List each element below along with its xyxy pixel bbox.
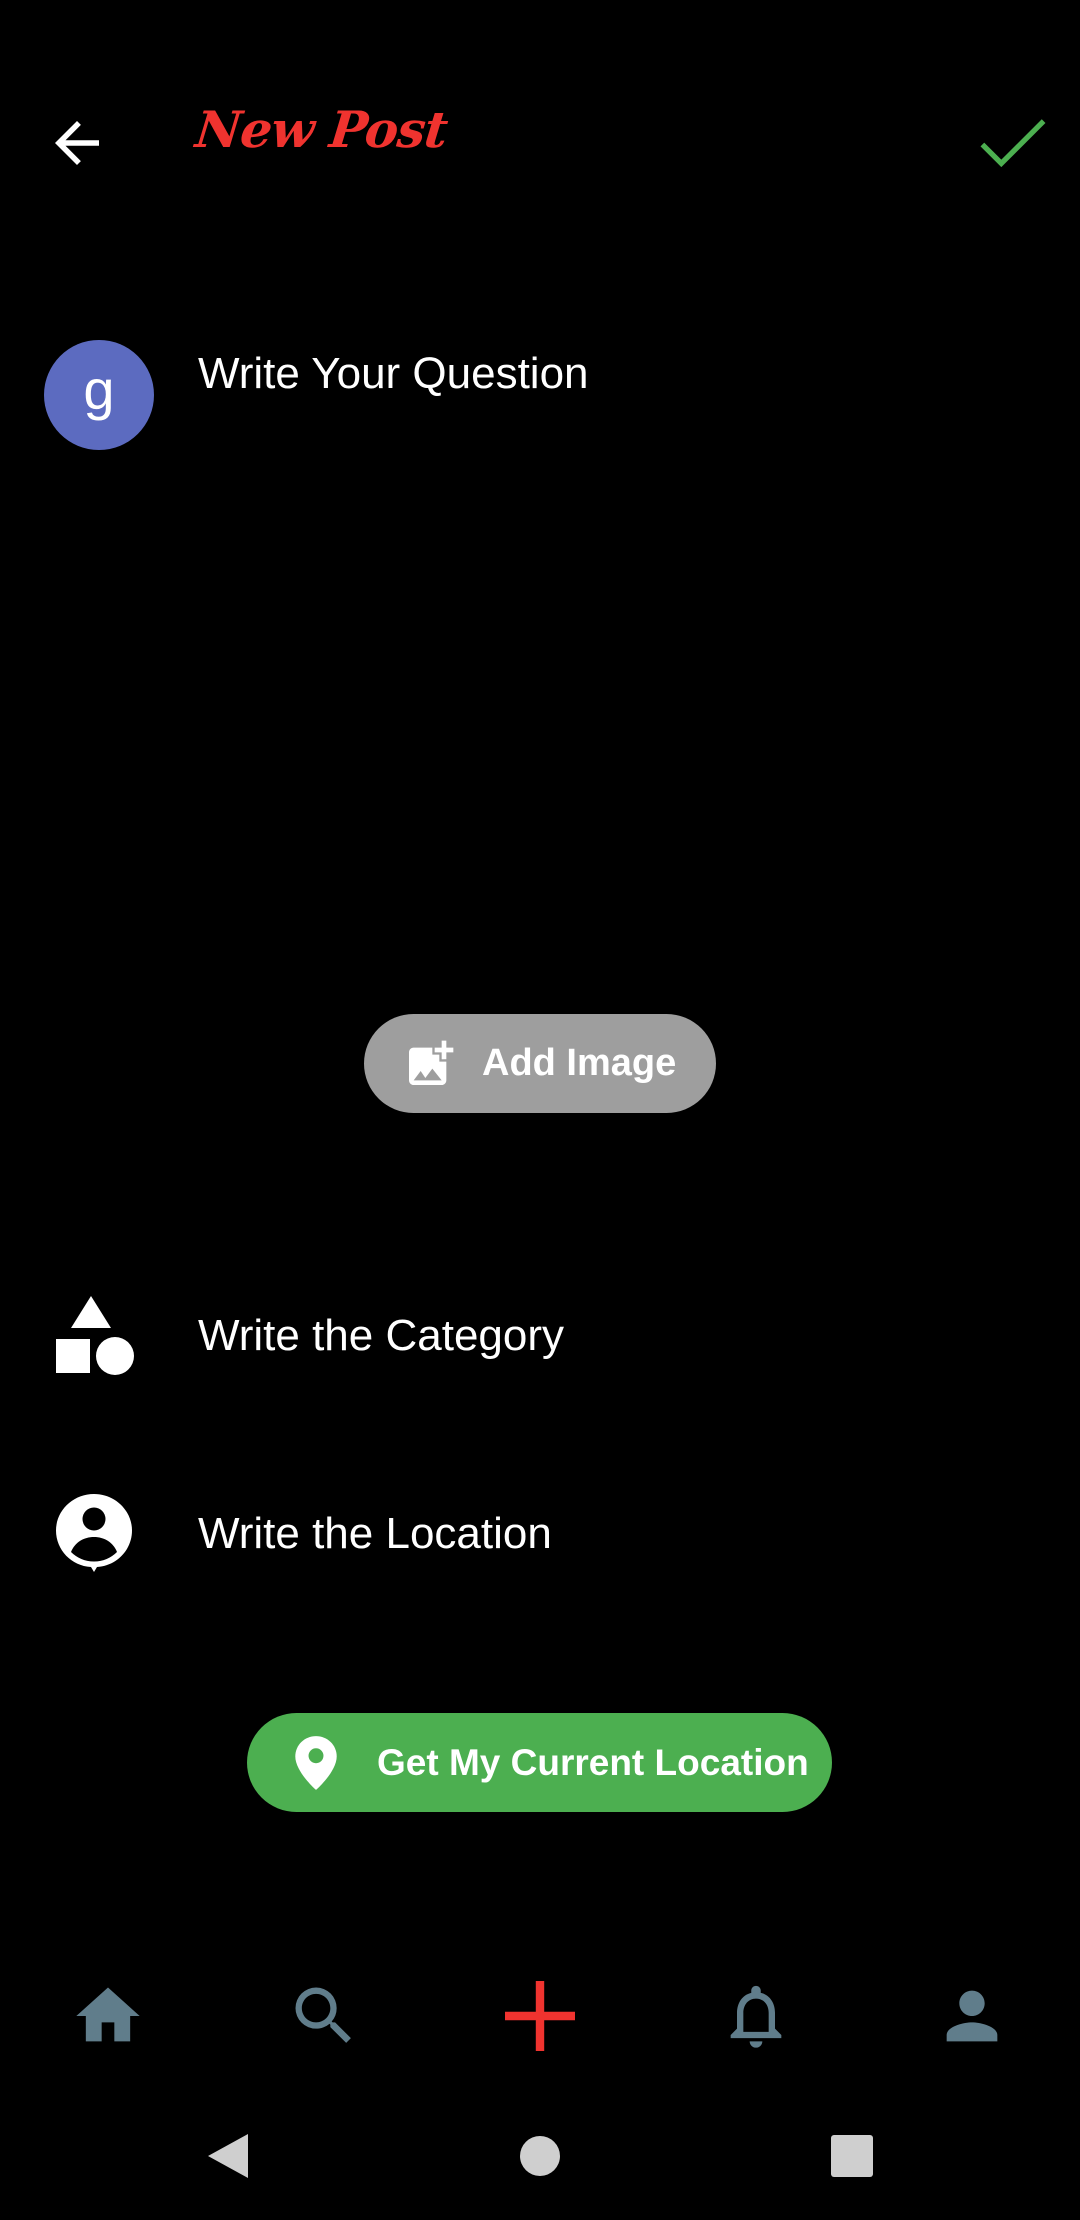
- recents-square-icon[interactable]: [826, 2130, 878, 2182]
- add-icon[interactable]: [498, 1974, 582, 2058]
- location-input[interactable]: [198, 1500, 1018, 1568]
- profile-icon[interactable]: [934, 1978, 1010, 2054]
- back-triangle-icon[interactable]: [202, 2130, 254, 2182]
- bell-icon[interactable]: [718, 1978, 794, 2054]
- home-circle-icon[interactable]: [514, 2130, 566, 2182]
- avatar-letter: g: [83, 357, 115, 421]
- avatar: g: [44, 340, 154, 450]
- category-shapes-icon: [54, 1296, 134, 1378]
- get-current-location-label: Get My Current Location: [377, 1741, 809, 1783]
- search-icon[interactable]: [286, 1978, 362, 2054]
- home-icon[interactable]: [70, 1978, 146, 2054]
- add-image-label: Add Image: [482, 1042, 677, 1084]
- category-input[interactable]: [198, 1302, 1018, 1370]
- question-input[interactable]: [198, 340, 1018, 408]
- add-photo-icon: [402, 1036, 458, 1092]
- add-image-button[interactable]: Add Image: [364, 1014, 716, 1113]
- new-post-screen: New Post g Add Image: [0, 0, 1080, 2220]
- person-pin-icon: [54, 1492, 134, 1574]
- bottom-navigation: [0, 1960, 1080, 2070]
- check-icon[interactable]: [978, 110, 1048, 176]
- system-navigation-bar: [0, 2100, 1080, 2220]
- back-arrow-icon[interactable]: [44, 110, 110, 176]
- page-title: New Post: [192, 100, 450, 159]
- map-pin-icon: [291, 1734, 341, 1792]
- get-current-location-button[interactable]: Get My Current Location: [247, 1713, 832, 1812]
